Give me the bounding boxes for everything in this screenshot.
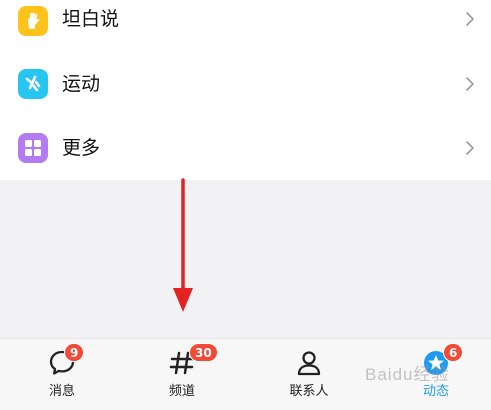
settings-menu-list: 坦白说 运动 更多 xyxy=(0,0,491,180)
menu-item-label: 更多 xyxy=(62,137,101,159)
tab-label: 消息 xyxy=(48,384,75,399)
menu-item-label: 坦白说 xyxy=(62,8,120,30)
tab-channels[interactable]: 30 频道 xyxy=(127,339,237,410)
menu-item-gengduo[interactable]: 更多 xyxy=(0,117,491,177)
annotation-arrow-icon xyxy=(173,178,193,312)
hand-icon xyxy=(18,6,48,36)
tab-label: 联系人 xyxy=(289,384,329,399)
chevron-right-icon xyxy=(466,12,474,26)
menu-item-yundong[interactable]: 运动 xyxy=(0,55,491,115)
empty-area xyxy=(0,180,491,338)
unread-badge: 30 xyxy=(189,343,218,362)
tab-label: 频道 xyxy=(168,384,195,399)
watermark: Baidu经验 xyxy=(365,365,450,384)
tab-contacts[interactable]: 联系人 xyxy=(254,339,364,410)
grid-icon xyxy=(18,133,48,163)
person-icon xyxy=(297,351,321,376)
tab-messages[interactable]: 9 消息 xyxy=(7,339,117,410)
chevron-right-icon xyxy=(466,141,474,155)
menu-item-label: 运动 xyxy=(62,73,101,95)
chevron-right-icon xyxy=(466,77,474,91)
unread-badge: 9 xyxy=(64,343,85,362)
menu-item-tanbaishuo[interactable]: 坦白说 xyxy=(0,0,491,60)
runner-icon xyxy=(18,69,48,99)
